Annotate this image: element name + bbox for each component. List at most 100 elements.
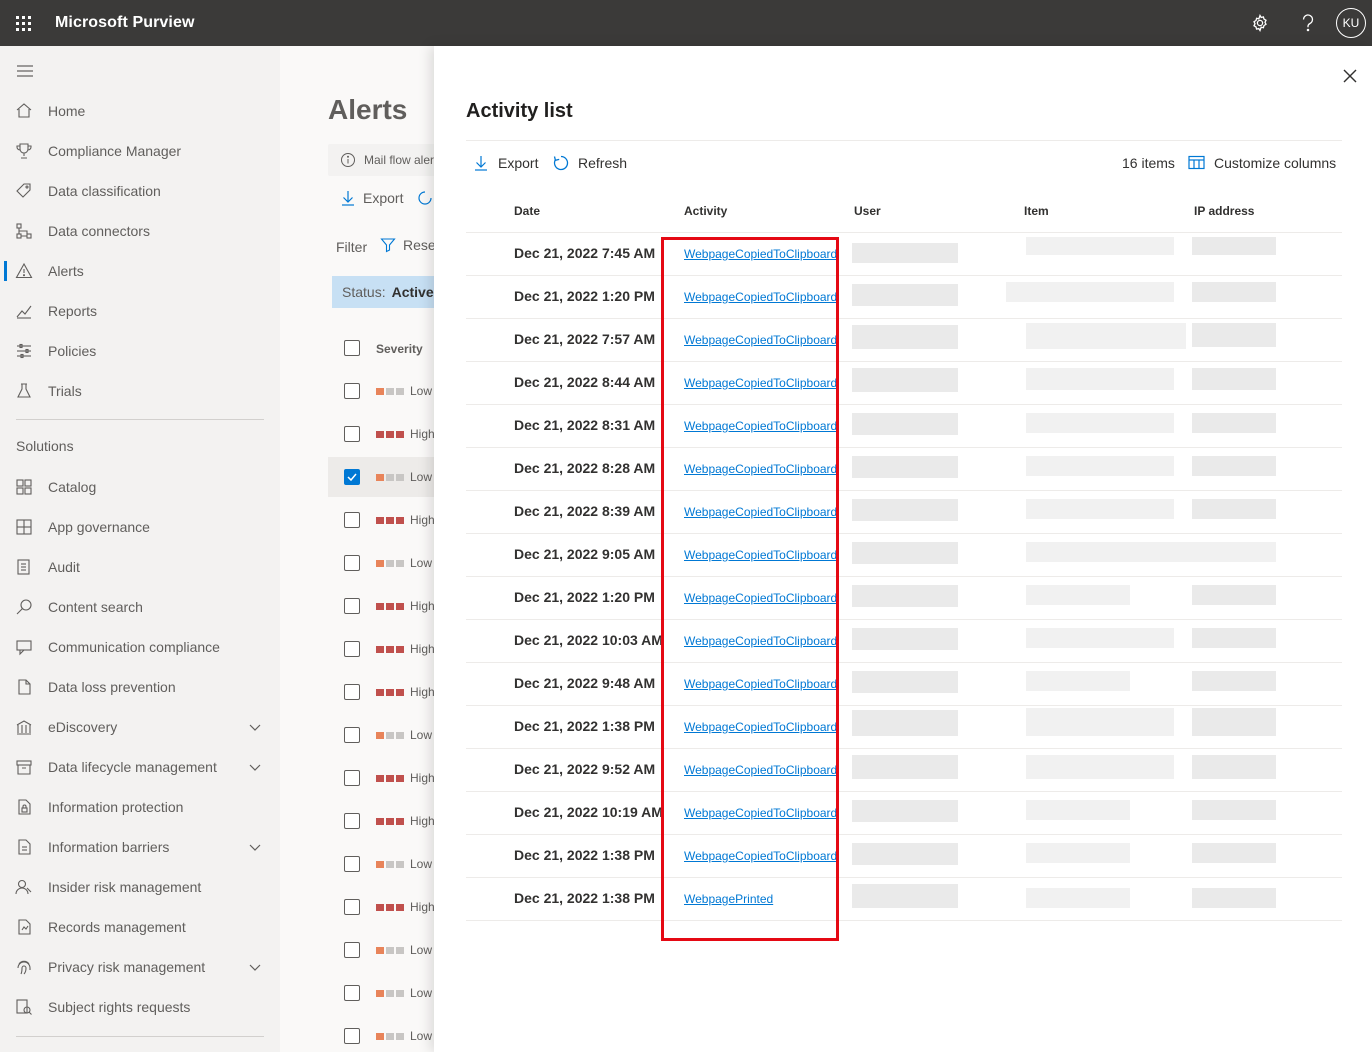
severity-bars [376, 602, 404, 610]
nav-item-privacy-risk-management[interactable]: Privacy risk management [0, 947, 280, 987]
row-checkbox[interactable] [344, 727, 360, 743]
chevron-down-icon[interactable] [248, 760, 262, 774]
nav-item-subject-rights-requests[interactable]: Subject rights requests [0, 987, 280, 1027]
chevron-down-icon[interactable] [248, 720, 262, 734]
nav-item-label: Insider risk management [48, 879, 202, 895]
nav-item-data-connectors[interactable]: Data connectors [0, 211, 280, 251]
nav-item-information-protection[interactable]: Information protection [0, 787, 280, 827]
export-button[interactable]: Export [472, 150, 538, 176]
row-activity-link[interactable]: WebpageCopiedToClipboard [684, 634, 837, 648]
table-row[interactable]: Dec 21, 2022 7:45 AM WebpageCopiedToClipb… [466, 233, 1342, 276]
row-activity-link[interactable]: WebpagePrinted [684, 892, 773, 906]
nav-item-communication-compliance[interactable]: Communication compliance [0, 627, 280, 667]
row-checkbox[interactable] [344, 813, 360, 829]
hamburger-icon[interactable] [16, 64, 34, 77]
nav-item-data-classification[interactable]: Data classification [0, 171, 280, 211]
table-row[interactable]: Dec 21, 2022 1:20 PM WebpageCopiedToClipb… [466, 577, 1342, 620]
row-activity-link[interactable]: WebpageCopiedToClipboard [684, 591, 837, 605]
row-activity-link[interactable]: WebpageCopiedToClipboard [684, 376, 837, 390]
settings-icon[interactable] [1236, 0, 1284, 46]
row-activity-link[interactable]: WebpageCopiedToClipboard [684, 677, 837, 691]
severity-column-header[interactable]: Severity [376, 342, 423, 356]
reset-filters-button[interactable]: Rese [380, 237, 434, 253]
row-checkbox[interactable] [344, 641, 360, 657]
severity-label: High [410, 900, 434, 914]
table-row[interactable]: Dec 21, 2022 1:38 PM WebpageCopiedToClipb… [466, 835, 1342, 878]
row-checkbox[interactable] [344, 598, 360, 614]
nav-item-data-loss-prevention[interactable]: Data loss prevention [0, 667, 280, 707]
column-header-activity[interactable]: Activity [684, 204, 727, 218]
row-checkbox[interactable] [344, 512, 360, 528]
nav-item-label: Data classification [48, 183, 161, 199]
table-row[interactable]: Dec 21, 2022 8:31 AM WebpageCopiedToClipb… [466, 405, 1342, 448]
row-activity-link[interactable]: WebpageCopiedToClipboard [684, 806, 837, 820]
nav-item-insider-risk-management[interactable]: Insider risk management [0, 867, 280, 907]
row-activity-link[interactable]: WebpageCopiedToClipboard [684, 548, 837, 562]
table-row[interactable]: Dec 21, 2022 7:57 AM WebpageCopiedToClipb… [466, 319, 1342, 362]
table-row[interactable]: Dec 21, 2022 8:44 AM WebpageCopiedToClipb… [466, 362, 1342, 405]
row-checkbox[interactable] [344, 469, 360, 485]
row-checkbox[interactable] [344, 1028, 360, 1044]
row-activity-link[interactable]: WebpageCopiedToClipboard [684, 505, 837, 519]
table-row[interactable]: Dec 21, 2022 1:20 PM WebpageCopiedToClipb… [466, 276, 1342, 319]
row-checkbox[interactable] [344, 684, 360, 700]
column-header-date[interactable]: Date [514, 204, 540, 218]
avatar[interactable]: KU [1336, 8, 1366, 38]
row-activity-link[interactable]: WebpageCopiedToClipboard [684, 720, 837, 734]
table-row[interactable]: Dec 21, 2022 9:52 AM WebpageCopiedToClipb… [466, 749, 1342, 792]
nav-item-ediscovery[interactable]: eDiscovery [0, 707, 280, 747]
row-checkbox[interactable] [344, 770, 360, 786]
nav-item-policies[interactable]: Policies [0, 331, 280, 371]
row-checkbox[interactable] [344, 383, 360, 399]
row-activity-link[interactable]: WebpageCopiedToClipboard [684, 247, 837, 261]
row-checkbox[interactable] [344, 942, 360, 958]
table-row[interactable]: Dec 21, 2022 8:39 AM WebpageCopiedToClipb… [466, 491, 1342, 534]
alerts-export-button[interactable]: Export [340, 189, 433, 207]
app-title[interactable]: Microsoft Purview [55, 14, 195, 32]
row-activity-link[interactable]: WebpageCopiedToClipboard [684, 462, 837, 476]
select-all-checkbox[interactable] [344, 340, 360, 356]
close-icon[interactable] [1338, 64, 1362, 88]
row-checkbox[interactable] [344, 426, 360, 442]
row-activity-link[interactable]: WebpageCopiedToClipboard [684, 763, 837, 777]
table-row[interactable]: Dec 21, 2022 9:05 AM WebpageCopiedToClipb… [466, 534, 1342, 577]
table-row[interactable]: Dec 21, 2022 9:48 AM WebpageCopiedToClipb… [466, 663, 1342, 706]
row-checkbox[interactable] [344, 856, 360, 872]
chevron-down-icon[interactable] [248, 960, 262, 974]
table-row[interactable]: Dec 21, 2022 10:19 AM WebpageCopiedToClip… [466, 792, 1342, 835]
nav-item-alerts[interactable]: Alerts [0, 251, 280, 291]
refresh-button[interactable]: Refresh [552, 150, 627, 176]
row-activity-link[interactable]: WebpageCopiedToClipboard [684, 849, 837, 863]
row-activity-link[interactable]: WebpageCopiedToClipboard [684, 333, 837, 347]
customize-columns-button[interactable]: Customize columns [1188, 150, 1336, 176]
refresh-icon[interactable] [417, 189, 433, 207]
row-checkbox[interactable] [344, 985, 360, 1001]
column-header-item[interactable]: Item [1024, 204, 1049, 218]
nav-item-home[interactable]: Home [0, 91, 280, 131]
chevron-down-icon[interactable] [248, 840, 262, 854]
row-checkbox[interactable] [344, 899, 360, 915]
table-row[interactable]: Dec 21, 2022 8:28 AM WebpageCopiedToClipb… [466, 448, 1342, 491]
table-row[interactable]: Dec 21, 2022 1:38 PM WebpageCopiedToClipb… [466, 706, 1342, 749]
column-header-ip-address[interactable]: IP address [1194, 204, 1254, 218]
nav-item-app-governance[interactable]: App governance [0, 507, 280, 547]
nav-item-information-barriers[interactable]: Information barriers [0, 827, 280, 867]
table-row[interactable]: Dec 21, 2022 10:03 AM WebpageCopiedToClip… [466, 620, 1342, 663]
nav-item-data-lifecycle-management[interactable]: Data lifecycle management [0, 747, 280, 787]
help-icon[interactable] [1284, 0, 1332, 46]
nav-item-catalog[interactable]: Catalog [0, 467, 280, 507]
status-filter-pill[interactable]: Status: Active, [332, 276, 434, 308]
table-row[interactable]: Dec 21, 2022 1:38 PM WebpagePrinted [466, 878, 1342, 921]
waffle-icon[interactable] [0, 0, 46, 46]
column-header-user[interactable]: User [854, 204, 881, 218]
row-activity-link[interactable]: WebpageCopiedToClipboard [684, 419, 837, 433]
nav-item-content-search[interactable]: Content search [0, 587, 280, 627]
nav-item-trials[interactable]: Trials [0, 371, 280, 411]
nav-item-compliance-manager[interactable]: Compliance Manager [0, 131, 280, 171]
row-activity-link[interactable]: WebpageCopiedToClipboard [684, 290, 837, 304]
redacted-cell [852, 755, 958, 779]
nav-item-reports[interactable]: Reports [0, 291, 280, 331]
row-checkbox[interactable] [344, 555, 360, 571]
nav-item-audit[interactable]: Audit [0, 547, 280, 587]
nav-item-records-management[interactable]: Records management [0, 907, 280, 947]
